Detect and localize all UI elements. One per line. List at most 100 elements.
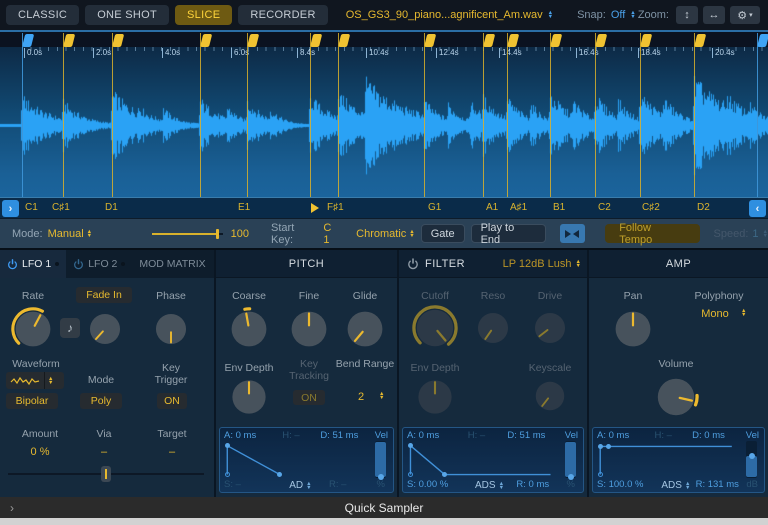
slice-marker-line[interactable]: [640, 33, 641, 197]
vertical-zoom-button[interactable]: ↕: [676, 6, 698, 24]
slice-marker-line[interactable]: [310, 33, 311, 197]
vel-slider[interactable]: [746, 441, 757, 478]
tab-lfo2[interactable]: LFO 2: [66, 250, 132, 278]
waveform-display[interactable]: 0.0s2.0s4.0s6.0s8.4s10.4s12.4s14.4s16.4s…: [0, 30, 768, 197]
slice-note-label[interactable]: C1: [25, 202, 38, 213]
drive-knob[interactable]: [531, 309, 569, 352]
slice-flag[interactable]: [424, 34, 436, 47]
slice-flag[interactable]: [22, 34, 34, 47]
tempo-sync-button[interactable]: ♪: [60, 318, 80, 338]
key-trigger-button[interactable]: ON: [157, 393, 187, 409]
action-menu-button[interactable]: ⚙▾: [730, 6, 760, 24]
slice-note-label[interactable]: F♯1: [327, 202, 344, 213]
tab-slice[interactable]: SLICE: [175, 5, 232, 25]
filter-power-icon[interactable]: [407, 258, 419, 270]
scroll-right-button[interactable]: ‹: [749, 200, 766, 217]
slice-flag[interactable]: [338, 34, 350, 47]
scroll-left-button[interactable]: ›: [2, 200, 19, 217]
slice-flag[interactable]: [550, 34, 562, 47]
tab-classic[interactable]: CLASSIC: [6, 5, 79, 25]
attack-value[interactable]: A: 0 ms: [407, 430, 439, 441]
slice-marker-line[interactable]: [22, 33, 23, 197]
slice-flag[interactable]: [483, 34, 495, 47]
target-value[interactable]: –: [146, 446, 198, 458]
tab-one-shot[interactable]: ONE SHOT: [85, 5, 169, 25]
slice-flag[interactable]: [507, 34, 519, 47]
slice-note-label[interactable]: D2: [697, 202, 710, 213]
tab-recorder[interactable]: RECORDER: [238, 5, 327, 25]
follow-tempo-button[interactable]: Follow Tempo: [605, 224, 699, 243]
phase-knob[interactable]: [152, 310, 190, 353]
envelope-node[interactable]: [225, 443, 230, 448]
slice-flag[interactable]: [757, 34, 768, 47]
keyscale-knob[interactable]: [532, 378, 568, 419]
slice-marker-line[interactable]: [694, 33, 695, 197]
waveform-canvas[interactable]: [0, 59, 768, 197]
pan-knob[interactable]: [611, 307, 655, 356]
slice-flag[interactable]: [310, 34, 322, 47]
tab-lfo1[interactable]: LFO 1: [0, 250, 66, 278]
via-value[interactable]: –: [82, 446, 126, 458]
reso-knob[interactable]: [474, 309, 512, 352]
envelope-mode-selector[interactable]: ADS▲▼: [661, 480, 690, 491]
cutoff-knob[interactable]: [412, 305, 458, 356]
pitch-envelope-panel[interactable]: A: 0 ms H: – D: 51 ms Vel S: – AD▲▼ R: –…: [219, 427, 394, 493]
slice-flag[interactable]: [200, 34, 212, 47]
amp-envelope-panel[interactable]: A: 0 ms H: – D: 0 ms Vel S: 100.0 % ADS▲…: [592, 427, 765, 493]
slice-flag[interactable]: [694, 34, 706, 47]
slice-note-label[interactable]: G1: [428, 202, 441, 213]
slice-note-label[interactable]: E1: [238, 202, 250, 213]
slice-marker-line[interactable]: [63, 33, 64, 197]
slice-marker-line[interactable]: [424, 33, 425, 197]
coarse-knob[interactable]: [227, 307, 271, 356]
envelope-node[interactable]: [598, 472, 603, 477]
horizontal-zoom-button[interactable]: ↔: [703, 6, 725, 24]
slice-marker-line[interactable]: [247, 33, 248, 197]
vel-slider[interactable]: [375, 441, 386, 478]
slice-marker-line[interactable]: [112, 33, 113, 197]
release-value[interactable]: R: 0 ms: [516, 479, 549, 490]
envelope-node[interactable]: [225, 472, 230, 477]
pitch-env-depth-knob[interactable]: [228, 376, 270, 423]
key-mapping-value[interactable]: Chromatic: [356, 228, 406, 240]
start-key-value[interactable]: C 1: [323, 222, 340, 246]
slice-note-label[interactable]: C♯2: [642, 202, 660, 213]
slice-note-label[interactable]: C♯1: [52, 202, 70, 213]
filter-env-depth-knob[interactable]: [414, 376, 456, 423]
slice-flag[interactable]: [595, 34, 607, 47]
slice-note-label[interactable]: B1: [553, 202, 565, 213]
fine-knob[interactable]: [287, 307, 331, 356]
slice-marker-line[interactable]: [338, 33, 339, 197]
key-tracking-button[interactable]: ON: [293, 390, 325, 405]
envelope-graph[interactable]: [223, 441, 365, 480]
sample-file-selector[interactable]: OS_GS3_90_piano...agnificent_Am.wav ▲▼: [346, 9, 553, 21]
gate-button[interactable]: Gate: [421, 224, 465, 243]
vel-handle[interactable]: [749, 453, 755, 459]
lfo-waveform-selector[interactable]: ▲▼: [6, 372, 64, 389]
mode-value[interactable]: Manual: [48, 228, 84, 240]
envelope-node[interactable]: [598, 444, 603, 449]
envelope-graph[interactable]: [406, 441, 555, 480]
polyphony-value[interactable]: Mono: [684, 308, 746, 320]
play-to-end-button[interactable]: Play to End: [471, 224, 546, 243]
envelope-graph[interactable]: [596, 441, 736, 480]
sustain-value[interactable]: S: 0.00 %: [407, 479, 448, 490]
tab-mod-matrix[interactable]: MOD MATRIX: [132, 250, 212, 278]
glide-knob[interactable]: [343, 307, 387, 356]
crossfade-button[interactable]: [560, 224, 585, 243]
decay-value[interactable]: D: 51 ms: [320, 430, 358, 441]
lfo-mode-value[interactable]: Poly: [80, 393, 122, 409]
slice-note-label[interactable]: A♯1: [510, 202, 527, 213]
decay-value[interactable]: D: 51 ms: [507, 430, 545, 441]
slice-marker-line[interactable]: [507, 33, 508, 197]
slice-flag[interactable]: [112, 34, 124, 47]
bipolar-button[interactable]: Bipolar: [6, 393, 58, 409]
slice-flag[interactable]: [63, 34, 75, 47]
slice-marker-line[interactable]: [483, 33, 484, 197]
slice-flag[interactable]: [247, 34, 259, 47]
slice-marker-line[interactable]: [550, 33, 551, 197]
slice-flag[interactable]: [640, 34, 652, 47]
slice-note-label[interactable]: D1: [105, 202, 118, 213]
envelope-mode-selector[interactable]: AD▲▼: [289, 480, 311, 491]
attack-value[interactable]: A: 0 ms: [224, 430, 256, 441]
